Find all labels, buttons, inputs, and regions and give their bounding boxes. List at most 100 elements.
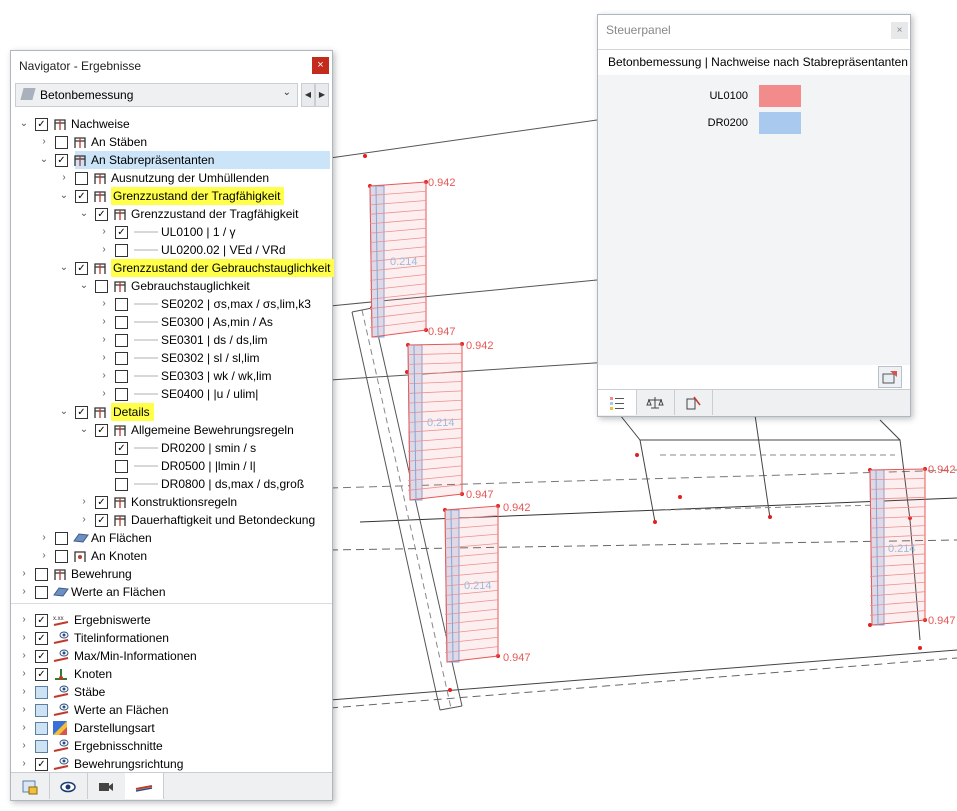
expand-icon[interactable]: › [99, 223, 109, 241]
display-checkbox[interactable]: ✓ [35, 632, 48, 645]
display-option[interactable]: › Darstellungsart [11, 719, 332, 737]
expand-icon[interactable]: › [19, 719, 29, 737]
tree-checkbox[interactable] [115, 388, 128, 401]
expand-icon[interactable]: › [19, 647, 29, 665]
tree-checkbox[interactable] [115, 352, 128, 365]
expand-icon[interactable]: › [19, 629, 29, 647]
display-checkbox[interactable] [35, 704, 48, 717]
tree-item[interactable]: ⌄ ✓ Allgemeine Bewehrungsregeln [11, 421, 332, 439]
tree-checkbox[interactable]: ✓ [115, 442, 128, 455]
module-select[interactable]: Betonbemessung ⌄ [15, 83, 298, 107]
display-option[interactable]: › ✓ Titelinformationen [11, 629, 332, 647]
collapse-icon[interactable]: ⌄ [79, 205, 89, 223]
tree-checkbox[interactable]: ✓ [75, 406, 88, 419]
expand-icon[interactable]: › [39, 529, 49, 547]
expand-icon[interactable]: › [19, 737, 29, 755]
tree-checkbox[interactable] [115, 370, 128, 383]
display-checkbox[interactable] [35, 740, 48, 753]
expand-icon[interactable]: › [19, 683, 29, 701]
expand-icon[interactable]: › [99, 385, 109, 403]
display-checkbox[interactable]: ✓ [35, 758, 48, 771]
tree-item[interactable]: ⌄ ✓ Grenzzustand der Gebrauchstauglichkeit [11, 259, 335, 277]
display-option[interactable]: › ✓ x.xx Ergebniswerte [11, 611, 332, 629]
tree-item[interactable]: › SE0202 | σs,max / σs,lim,k3 [11, 295, 332, 313]
tree-checkbox[interactable] [115, 478, 128, 491]
tree-item[interactable]: ⌄ ✓ Grenzzustand der Tragfähigkeit [11, 187, 332, 205]
expand-icon[interactable]: › [19, 755, 29, 773]
tree-checkbox[interactable] [75, 172, 88, 185]
display-option[interactable]: › ✓ Max/Min-Informationen [11, 647, 332, 665]
display-checkbox[interactable]: ✓ [35, 650, 48, 663]
collapse-icon[interactable]: ⌄ [79, 421, 89, 439]
tree-checkbox[interactable] [55, 136, 68, 149]
expand-icon[interactable]: › [79, 493, 89, 511]
display-checkbox[interactable] [35, 722, 48, 735]
expand-icon[interactable]: › [19, 701, 29, 719]
display-checkbox[interactable]: ✓ [35, 614, 48, 627]
close-button[interactable]: × [312, 57, 329, 74]
tree-item[interactable]: › Ausnutzung der Umhüllenden [11, 169, 332, 187]
previous-button[interactable]: ◀ [301, 83, 315, 107]
next-button[interactable]: ▶ [315, 83, 329, 107]
display-checkbox[interactable] [35, 686, 48, 699]
collapse-icon[interactable]: ⌄ [59, 259, 69, 277]
tab-filter[interactable] [674, 390, 713, 415]
display-option[interactable]: › Werte an Flächen [11, 701, 332, 719]
tab-data[interactable] [11, 773, 50, 799]
expand-icon[interactable]: › [59, 169, 69, 187]
tree-checkbox[interactable]: ✓ [55, 154, 68, 167]
expand-icon[interactable]: › [39, 547, 49, 565]
tree-checkbox[interactable] [55, 550, 68, 563]
close-button[interactable]: × [891, 22, 908, 39]
tab-display[interactable] [49, 773, 88, 799]
tree-checkbox[interactable]: ✓ [95, 424, 108, 437]
tree-item[interactable]: ⌄ ✓ Details [11, 403, 332, 421]
tree-checkbox[interactable]: ✓ [95, 496, 108, 509]
tree-item[interactable]: › ✓ UL0100 | 1 / γ [11, 223, 332, 241]
tree-item[interactable]: › Bewehrung [11, 565, 332, 583]
tree-checkbox[interactable] [115, 316, 128, 329]
tree-checkbox[interactable]: ✓ [95, 514, 108, 527]
collapse-icon[interactable]: ⌄ [79, 277, 89, 295]
display-option[interactable]: › ✓ Bewehrungsrichtung [11, 755, 332, 773]
tree-checkbox[interactable] [115, 244, 128, 257]
tree-item[interactable]: ⌄ ✓ An Stabrepräsentanten [11, 151, 332, 169]
tab-results[interactable] [125, 773, 164, 799]
tree-checkbox[interactable] [115, 298, 128, 311]
tree-checkbox[interactable] [95, 280, 108, 293]
tree-item[interactable]: › SE0301 | ds / ds,lim [11, 331, 332, 349]
display-checkbox[interactable]: ✓ [35, 668, 48, 681]
tree-checkbox[interactable] [55, 532, 68, 545]
tree-item[interactable]: › SE0303 | wk / wk,lim [11, 367, 332, 385]
tree-item[interactable]: ⌄ ✓ Nachweise [11, 115, 332, 133]
tree-checkbox[interactable]: ✓ [115, 226, 128, 239]
export-button[interactable] [878, 366, 902, 388]
expand-icon[interactable]: › [99, 367, 109, 385]
tree-item[interactable]: › An Knoten [11, 547, 332, 565]
expand-icon[interactable]: › [99, 331, 109, 349]
tree-item[interactable]: › An Flächen [11, 529, 332, 547]
tree-item[interactable]: › UL0200.02 | VEd / VRd [11, 241, 332, 259]
tab-views[interactable] [87, 773, 126, 799]
display-option[interactable]: › Ergebnisschnitte [11, 737, 332, 755]
tree-item[interactable]: › SE0302 | sl / sl,lim [11, 349, 332, 367]
expand-icon[interactable]: › [19, 583, 29, 601]
expand-icon[interactable]: › [99, 313, 109, 331]
tab-legend[interactable] [598, 390, 637, 415]
collapse-icon[interactable]: ⌄ [19, 115, 29, 133]
display-option[interactable]: › Stäbe [11, 683, 332, 701]
tree-item[interactable]: › ✓ Dauerhaftigkeit und Betondeckung [11, 511, 332, 529]
tree-item[interactable]: DR0800 | ds,max / ds,groß [11, 475, 332, 493]
tree-item[interactable]: › ✓ Konstruktionsregeln [11, 493, 332, 511]
expand-icon[interactable]: › [99, 295, 109, 313]
collapse-icon[interactable]: ⌄ [59, 403, 69, 421]
tree-item[interactable]: › SE0400 | |u / ulim| [11, 385, 332, 403]
tree-item[interactable]: › Werte an Flächen [11, 583, 332, 601]
tab-scale[interactable] [636, 390, 675, 415]
expand-icon[interactable]: › [79, 511, 89, 529]
tree-checkbox[interactable] [35, 568, 48, 581]
expand-icon[interactable]: › [99, 349, 109, 367]
expand-icon[interactable]: › [39, 133, 49, 151]
collapse-icon[interactable]: ⌄ [39, 151, 49, 169]
collapse-icon[interactable]: ⌄ [59, 187, 69, 205]
